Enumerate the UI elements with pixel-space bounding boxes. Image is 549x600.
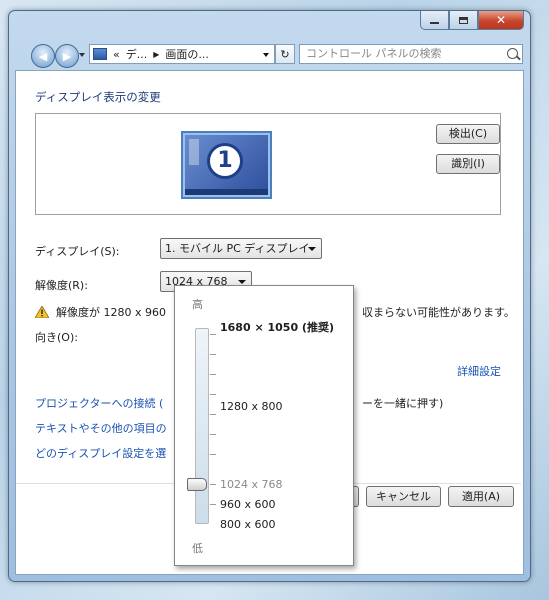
breadcrumb-separator-icon: ▶ xyxy=(153,49,160,59)
monitor-number: 1 xyxy=(207,143,243,179)
maximize-icon xyxy=(459,16,468,24)
close-icon: ✕ xyxy=(495,13,507,27)
search-placeholder: コントロール パネルの検索 xyxy=(306,47,442,60)
resolution-option[interactable]: 960 x 600 xyxy=(220,498,276,511)
chevron-down-icon xyxy=(238,280,246,284)
address-bar[interactable]: « デ... ▶ 画面の... xyxy=(89,44,275,64)
slider-high-label: 高 xyxy=(192,298,203,311)
control-panel-icon xyxy=(93,48,107,60)
resolution-warning-text: 解像度が 1280 x 960 xyxy=(56,306,166,319)
maximize-button[interactable] xyxy=(449,11,478,30)
back-button[interactable]: ◀ xyxy=(31,44,55,68)
apply-button[interactable]: 適用(A) xyxy=(448,486,514,507)
breadcrumb-item[interactable]: デ... xyxy=(126,46,148,62)
monitor-icon[interactable]: 1 xyxy=(181,131,272,199)
breadcrumb-item[interactable]: 画面の... xyxy=(165,46,209,62)
text-size-link[interactable]: テキストやその他の項目の xyxy=(35,420,167,436)
close-button[interactable]: ✕ xyxy=(478,11,524,30)
display-label: ディスプレイ(S): xyxy=(35,245,120,258)
refresh-button[interactable]: ↻ xyxy=(275,44,295,64)
identify-button[interactable]: 識別(I) xyxy=(436,154,500,174)
warning-icon xyxy=(35,306,49,318)
display-select-value: 1. モバイル PC ディスプレイ xyxy=(165,242,310,255)
resolution-dropdown[interactable]: 高 1680 × 1050 (推奨) 1280 x 800 1024 x 768… xyxy=(174,285,354,566)
search-input[interactable]: コントロール パネルの検索 xyxy=(299,44,523,64)
orientation-label: 向き(O): xyxy=(35,331,78,344)
minimize-icon xyxy=(430,22,439,24)
projector-link[interactable]: プロジェクターへの接続 ( xyxy=(35,395,163,411)
caption-buttons: ✕ xyxy=(420,11,524,30)
breadcrumb-prefix: « xyxy=(113,47,120,61)
history-dropdown-icon[interactable] xyxy=(79,53,85,57)
page-title: ディスプレイ表示の変更 xyxy=(35,90,161,104)
resolution-warning-text-end: 収まらない可能性があります。 xyxy=(362,306,515,319)
resolution-label: 解像度(R): xyxy=(35,279,88,292)
chevron-down-icon xyxy=(308,247,316,251)
projector-link-tail: ーを一緒に押す) xyxy=(362,397,444,410)
resolution-slider-track[interactable] xyxy=(195,328,209,524)
resolution-option[interactable]: 1280 x 800 xyxy=(220,400,283,413)
resolution-option-selected[interactable]: 1024 x 768 xyxy=(220,478,283,491)
advanced-settings-link[interactable]: 詳細設定 xyxy=(457,363,501,379)
navigation-bar: ◀ ▶ « デ... ▶ 画面の... ↻ コントロール パネルの検索 xyxy=(9,41,530,69)
cancel-button[interactable]: キャンセル xyxy=(366,486,441,507)
detect-button[interactable]: 検出(C) xyxy=(436,124,500,144)
resolution-option[interactable]: 800 x 600 xyxy=(220,518,276,531)
search-icon[interactable] xyxy=(507,48,518,59)
refresh-icon: ↻ xyxy=(280,47,290,61)
forward-arrow-icon: ▶ xyxy=(62,49,72,63)
forward-button[interactable]: ▶ xyxy=(55,44,79,68)
resolution-slider-thumb[interactable] xyxy=(187,478,207,491)
resolution-option[interactable]: 1680 × 1050 (推奨) xyxy=(220,319,334,335)
back-arrow-icon: ◀ xyxy=(38,49,48,63)
display-select[interactable]: 1. モバイル PC ディスプレイ xyxy=(160,238,322,259)
address-dropdown-icon[interactable] xyxy=(263,53,269,57)
display-settings-help-link[interactable]: どのディスプレイ設定を選 xyxy=(35,445,166,461)
slider-low-label: 低 xyxy=(192,542,203,555)
display-preview-panel: 1 検出(C) 識別(I) xyxy=(35,113,501,215)
minimize-button[interactable] xyxy=(420,11,449,30)
